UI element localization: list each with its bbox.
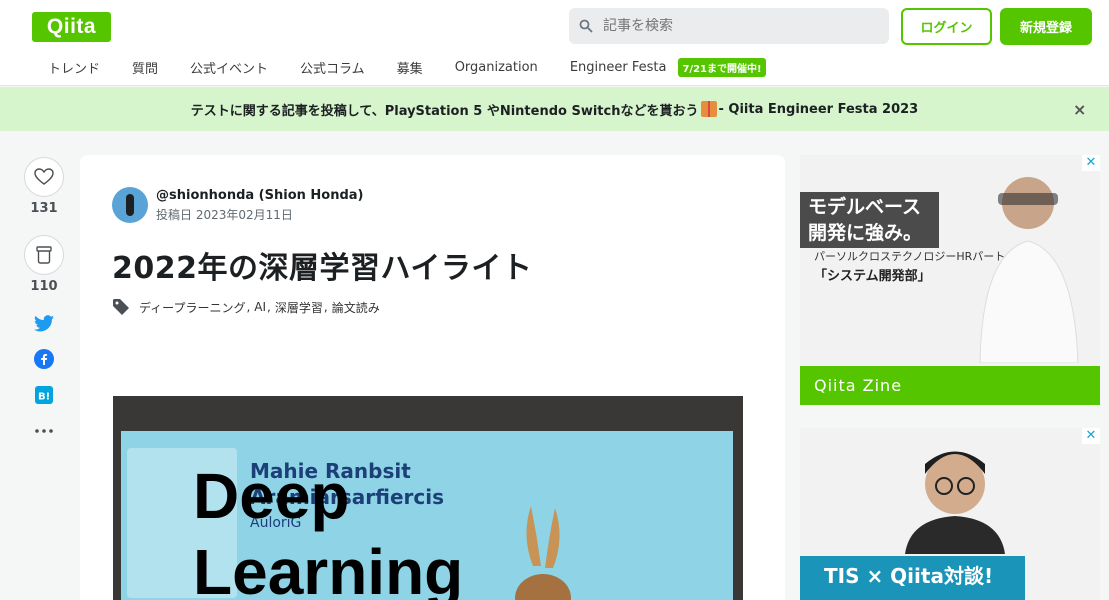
- tag-icon: [113, 299, 129, 315]
- ad-footer: TIS × Qiita対談!: [800, 556, 1025, 600]
- login-button[interactable]: ログイン: [901, 8, 992, 45]
- ad-close-icon[interactable]: ✕: [1082, 155, 1100, 171]
- ad-banner-qiita-zine[interactable]: モデルベース 開発に強み。 パーソルクロステクノロジーHRパートナーズの 「シス…: [800, 155, 1100, 405]
- avatar[interactable]: [112, 187, 148, 223]
- hatena-bookmark-button[interactable]: B!: [24, 383, 64, 407]
- banner-close-button[interactable]: ×: [1073, 100, 1086, 119]
- stock-count: 110: [30, 279, 58, 294]
- tag-list: ディープラーニング, AI, 深層学習, 論文読み: [112, 298, 380, 316]
- tag-separator: ,: [246, 300, 251, 314]
- more-icon: [35, 429, 53, 433]
- hero-big-text: Deep Learning: [193, 458, 463, 600]
- ad-headline: モデルベース 開発に強み。: [800, 192, 939, 248]
- facebook-icon: [34, 349, 54, 369]
- like-count: 131: [30, 201, 58, 216]
- nav-engineer-festa[interactable]: Engineer Festa: [554, 60, 683, 75]
- stock-icon: [36, 246, 52, 264]
- ad-subtitle-bold: 「システム開発部」: [814, 269, 931, 284]
- article-actions: 131 110 B!: [24, 157, 64, 443]
- ad-headline-line: 開発に強み。: [808, 222, 923, 244]
- tag-item[interactable]: ディープラーニング: [139, 299, 245, 316]
- svg-text:B!: B!: [38, 392, 50, 403]
- nav-trend[interactable]: トレンド: [32, 58, 116, 77]
- ad-headline-line: モデルベース: [808, 196, 922, 218]
- tag-item[interactable]: AI: [254, 300, 266, 314]
- more-options-button[interactable]: [24, 419, 64, 443]
- nav-official-events[interactable]: 公式イベント: [174, 58, 284, 77]
- signup-button[interactable]: 新規登録: [1000, 8, 1092, 45]
- facebook-share-button[interactable]: [24, 347, 64, 371]
- article-card: @shionhonda (Shion Honda) 投稿日 2023年02月11…: [80, 155, 785, 600]
- nav-questions[interactable]: 質問: [116, 58, 174, 77]
- festa-banner[interactable]: テストに関する記事を投稿して、PlayStation 5 やNintendo S…: [0, 87, 1109, 131]
- like-button[interactable]: [24, 157, 64, 197]
- tag-item[interactable]: 深層学習: [275, 299, 323, 316]
- rabbit-illustration: [515, 506, 571, 600]
- ad-footer: Qiita Zine: [800, 366, 1100, 405]
- tag-separator: ,: [323, 300, 328, 314]
- heart-icon: [34, 168, 54, 185]
- nav-recruit[interactable]: 募集: [381, 58, 439, 77]
- article-title: 2022年の深層学習ハイライト: [112, 251, 533, 286]
- tag-item[interactable]: 論文読み: [332, 299, 380, 316]
- search-icon: [579, 19, 593, 33]
- nav-official-columns[interactable]: 公式コラム: [284, 58, 381, 77]
- author-name[interactable]: @shionhonda (Shion Honda): [156, 188, 364, 203]
- ad-banner-tis[interactable]: TIS × Qiita対談! ✕: [800, 428, 1100, 600]
- twitter-share-button[interactable]: [24, 311, 64, 335]
- qiita-logo[interactable]: Qiita: [32, 12, 111, 42]
- site-header: Qiita ログイン 新規登録 トレンド 質問 公式イベント 公式コラム 募集 …: [0, 0, 1109, 86]
- tag-separator: ,: [267, 300, 271, 314]
- search-box[interactable]: [569, 8, 889, 44]
- post-date: 投稿日 2023年02月11日: [156, 207, 293, 222]
- stock-button[interactable]: [24, 235, 64, 275]
- festa-badge: 7/21まで開催中!: [678, 57, 766, 77]
- nav-organization[interactable]: Organization: [439, 60, 554, 75]
- hero-big-line: Learning: [193, 536, 464, 600]
- main-nav: トレンド 質問 公式イベント 公式コラム 募集 Organization Eng…: [32, 55, 766, 79]
- hero-big-line: Deep: [193, 460, 350, 532]
- twitter-icon: [34, 314, 54, 331]
- ad-close-icon[interactable]: ✕: [1082, 428, 1100, 444]
- banner-text-suffix: - Qiita Engineer Festa 2023: [718, 101, 919, 117]
- ad-person-photo: [905, 451, 1005, 554]
- search-input[interactable]: [603, 18, 863, 34]
- hero-image: Mahie Ranbsit Aramiarsarfiercis AuloriG …: [113, 396, 743, 600]
- author-block: @shionhonda (Shion Honda) 投稿日 2023年02月11…: [112, 187, 364, 223]
- banner-text: テストに関する記事を投稿して、PlayStation 5 やNintendo S…: [190, 103, 699, 119]
- gift-icon: [700, 101, 717, 117]
- ad-person-photo: [979, 177, 1079, 363]
- hatena-bookmark-icon: B!: [35, 386, 53, 404]
